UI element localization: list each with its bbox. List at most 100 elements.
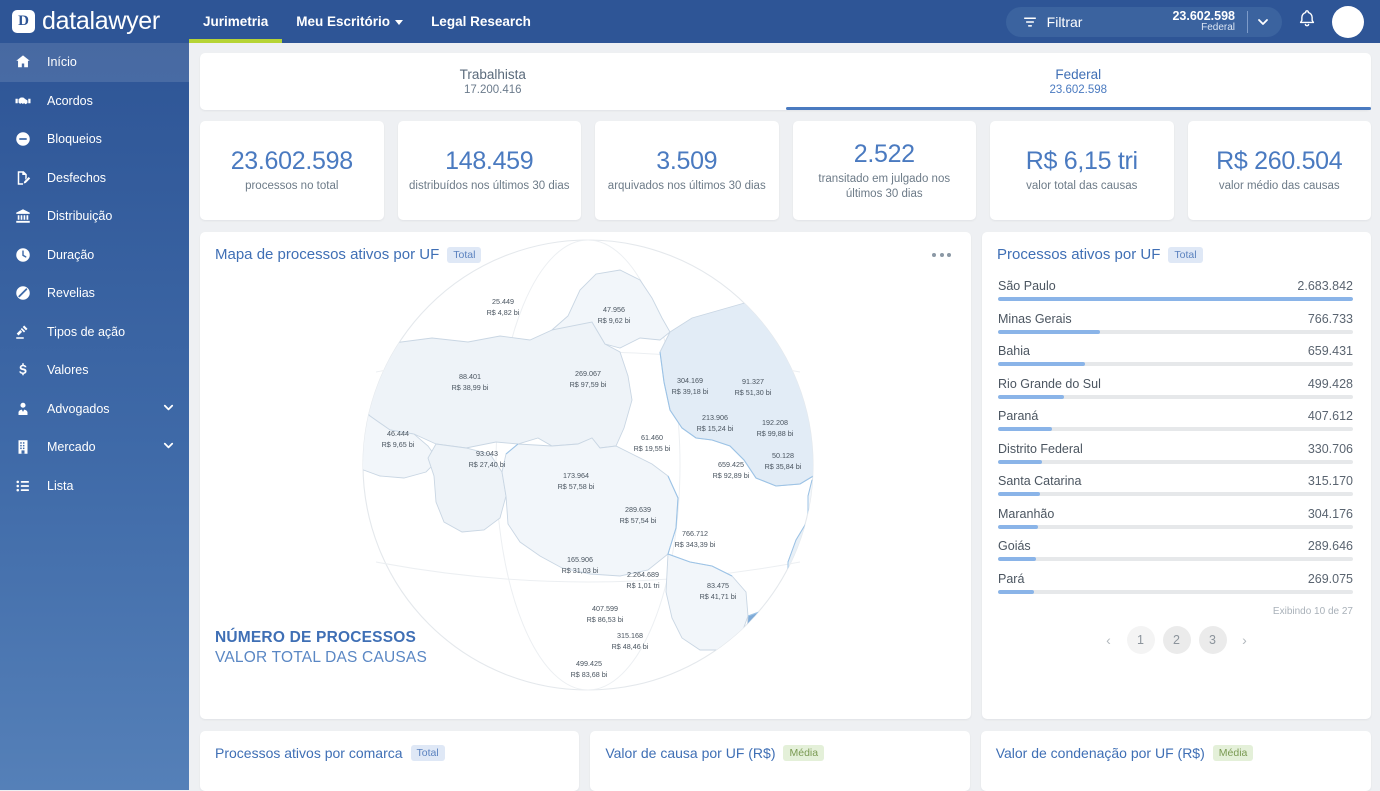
topnav-item-label: Legal Research <box>431 14 531 29</box>
gavel-icon <box>14 323 38 341</box>
ranking-card-badge: Total <box>1168 246 1203 263</box>
pagination-page-3[interactable]: 3 <box>1198 626 1227 654</box>
sidebar-item-in-cio[interactable]: Início <box>0 43 189 82</box>
ranking-item-value: 289.646 <box>1307 539 1353 553</box>
sidebar-item-dura-o[interactable]: Duração <box>0 236 189 275</box>
bottom-card-header: Processos ativos por comarca Total <box>200 731 579 761</box>
ranking-item-value: 766.733 <box>1307 311 1353 326</box>
list-item[interactable]: São Paulo 2.683.842 <box>998 279 1353 301</box>
top-navigation: Jurimetria Meu Escritório Legal Research <box>189 0 545 43</box>
kpi-card-1: 148.459 distribuídos nos últimos 30 dias <box>397 121 581 220</box>
ranking-item-value: 407.612 <box>1307 409 1353 423</box>
ranking-item-name: Goiás <box>998 539 1031 553</box>
sidebar-item-advogados[interactable]: Advogados <box>0 390 189 429</box>
kpi-row: 23.602.598 processos no total 148.459 distr… <box>200 121 1371 220</box>
pagination-prev[interactable]: ‹ <box>1099 626 1119 654</box>
sidebar-item-tipos-de-a-o[interactable]: Tipos de ação <box>0 313 189 352</box>
ranking-bar-fill <box>998 297 1353 301</box>
sidebar-item-acordos[interactable]: Acordos <box>0 82 189 121</box>
map-card-header: Mapa de processos ativos por UF Total <box>200 232 971 263</box>
avatar[interactable] <box>1332 5 1364 38</box>
brand-logo[interactable]: D datalawyer <box>0 0 189 43</box>
tab-label: Trabalhista <box>459 67 526 82</box>
kpi-label: transitado em julgado nos últimos 30 dia… <box>818 173 951 200</box>
ranking-row-top: Bahia 659.431 <box>998 344 1353 358</box>
bell-icon[interactable] <box>1296 8 1318 35</box>
chevron-down-icon[interactable] <box>1248 15 1278 29</box>
ranking-bar-track <box>998 362 1353 366</box>
tab-federal[interactable]: Federal 23.602.598 <box>785 53 1372 110</box>
bottom-card-badge: Média <box>1212 745 1254 761</box>
ranking-footer: Exibindo 10 de 27 <box>1272 606 1353 617</box>
tab-count: 17.200.416 <box>463 84 522 96</box>
content-row: 25.449 R$ 4,82 bi 47.956 R$ 9,62 bi 88.401 R$… <box>200 232 1371 719</box>
kpi-card-2: 3.509 arquivados nos últimos 30 dias <box>595 121 779 220</box>
ranking-row-top: Pará 269.075 <box>998 572 1353 586</box>
sidebar-item-label: Bloqueios <box>47 132 102 147</box>
sidebar-item-label: Mercado <box>47 440 96 455</box>
ranking-row-top: Rio Grande do Sul 499.428 <box>998 377 1353 391</box>
list-item[interactable]: Goiás 289.646 <box>998 539 1353 561</box>
ranking-row-top: Santa Catarina 315.170 <box>998 474 1353 488</box>
topnav-item-2[interactable]: Legal Research <box>417 0 545 43</box>
chevron-down-icon[interactable] <box>162 439 175 455</box>
sidebar-item-lista[interactable]: Lista <box>0 467 189 506</box>
chevron-down-icon[interactable] <box>162 401 175 417</box>
bottom-card-title: Processos ativos por comarca <box>215 745 403 761</box>
bottom-card-1: Valor de causa por UF (R$) Média <box>590 731 970 791</box>
list-item[interactable]: Rio Grande do Sul 499.428 <box>998 377 1353 399</box>
home-icon <box>14 53 38 71</box>
clock-icon <box>14 246 38 264</box>
kpi-card-0: 23.602.598 processos no total <box>200 121 384 220</box>
map-card-badge: Total <box>447 246 482 263</box>
sidebar-item-distribui-o[interactable]: Distribuição <box>0 197 189 236</box>
ranking-item-name: Paraná <box>998 409 1039 423</box>
ranking-item-value: 304.176 <box>1307 506 1353 521</box>
ranking-bar-track <box>998 329 1353 334</box>
user-tie-icon <box>14 400 38 418</box>
ranking-pagination: ‹ 1 2 3 › <box>982 626 1371 654</box>
list-item[interactable]: Santa Catarina 315.170 <box>998 474 1353 496</box>
kpi-label: valor total das causas <box>1026 180 1138 193</box>
list-item[interactable]: Pará 269.075 <box>998 572 1353 594</box>
sidebar-item-revelias[interactable]: Revelias <box>0 274 189 313</box>
list-icon <box>14 477 38 495</box>
jurisdiction-tabs: Trabalhista 17.200.416 Federal 23.602.598 <box>200 53 1371 110</box>
map-card: 25.449 R$ 4,82 bi 47.956 R$ 9,62 bi 88.401 R$… <box>200 232 972 719</box>
list-item[interactable]: Paraná 407.612 <box>998 409 1353 431</box>
list-item[interactable]: Bahia 659.431 <box>998 344 1353 366</box>
main-content: Trabalhista 17.200.416 Federal 23.602.598 2… <box>189 43 1380 791</box>
ranking-bar-track <box>998 394 1353 399</box>
ranking-card-title: Processos ativos por UF <box>997 246 1161 263</box>
sidebar-item-label: Desfechos <box>47 170 107 185</box>
sidebar-item-desfechos[interactable]: Desfechos <box>0 159 189 198</box>
kpi-value: 148.459 <box>445 147 534 176</box>
ranking-row-top: Minas Gerais 766.733 <box>998 312 1353 326</box>
sidebar-item-mercado[interactable]: Mercado <box>0 428 189 467</box>
sidebar-item-valores[interactable]: Valores <box>0 351 189 390</box>
kpi-card-5: R$ 260.504 valor médio das causas <box>1187 121 1371 220</box>
pagination-page-2[interactable]: 2 <box>1162 626 1191 654</box>
bottom-card-header: Valor de causa por UF (R$) Média <box>590 731 969 761</box>
ranking-bar-fill <box>998 492 1040 496</box>
ranking-row-top: São Paulo 2.683.842 <box>998 279 1353 293</box>
pagination-next[interactable]: › <box>1235 626 1255 654</box>
filter-count-scope: Federal <box>1201 21 1235 33</box>
map-legend-line-2: VALOR TOTAL DAS CAUSAS <box>215 648 427 666</box>
pagination-page-1[interactable]: 1 <box>1126 626 1155 654</box>
ranking-item-value: 2.683.842 <box>1297 279 1353 293</box>
filter-button[interactable]: Filtrar 23.602.598 Federal <box>1005 6 1282 37</box>
list-item[interactable]: Maranhão 304.176 <box>998 507 1353 529</box>
topnav-item-0[interactable]: Jurimetria <box>189 0 283 43</box>
tab-trabalhista[interactable]: Trabalhista 17.200.416 <box>200 53 786 110</box>
list-item[interactable]: Minas Gerais 766.733 <box>998 312 1353 334</box>
more-options-icon[interactable] <box>928 249 955 261</box>
filter-count-number: 23.602.598 <box>1172 8 1235 23</box>
slash-circle-icon <box>14 284 38 302</box>
sidebar-item-bloqueios[interactable]: Bloqueios <box>0 120 189 159</box>
topnav-item-1[interactable]: Meu Escritório <box>282 0 417 43</box>
map-label-RR: 25.449 R$ 4,82 bi <box>487 297 520 317</box>
list-item[interactable]: Distrito Federal 330.706 <box>998 442 1353 464</box>
sidebar: Início Acordos Bloqueios Desfechos Distribui… <box>0 43 189 790</box>
ranking-bar-track <box>998 297 1353 301</box>
